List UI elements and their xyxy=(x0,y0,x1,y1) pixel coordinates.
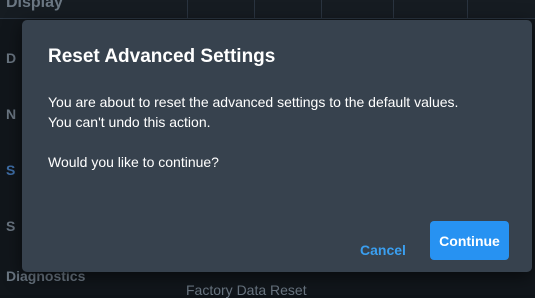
background-heading: Display xyxy=(6,0,63,11)
dialog-question: Would you like to continue? xyxy=(48,154,219,170)
factory-reset-label: Factory Data Reset xyxy=(186,282,307,298)
cancel-button[interactable]: Cancel xyxy=(344,231,422,269)
background-header: Display xyxy=(0,0,535,19)
background-sidebar-item: N xyxy=(6,106,17,122)
background-sidebar-item: S xyxy=(6,218,16,234)
reset-settings-dialog: Reset Advanced Settings You are about to… xyxy=(22,20,532,272)
continue-button[interactable]: Continue xyxy=(430,221,509,260)
dialog-message-line1: You are about to reset the advanced sett… xyxy=(48,94,459,110)
dialog-message-line2: You can't undo this action. xyxy=(48,114,211,130)
dialog-title: Reset Advanced Settings xyxy=(48,46,276,67)
background-divider xyxy=(187,0,188,18)
background-sidebar-item: D xyxy=(6,50,17,66)
background-divider xyxy=(393,0,394,18)
background-divider xyxy=(254,0,255,18)
background-sidebar-item: S xyxy=(6,162,16,178)
background-divider xyxy=(321,0,322,18)
background-divider xyxy=(467,0,468,18)
